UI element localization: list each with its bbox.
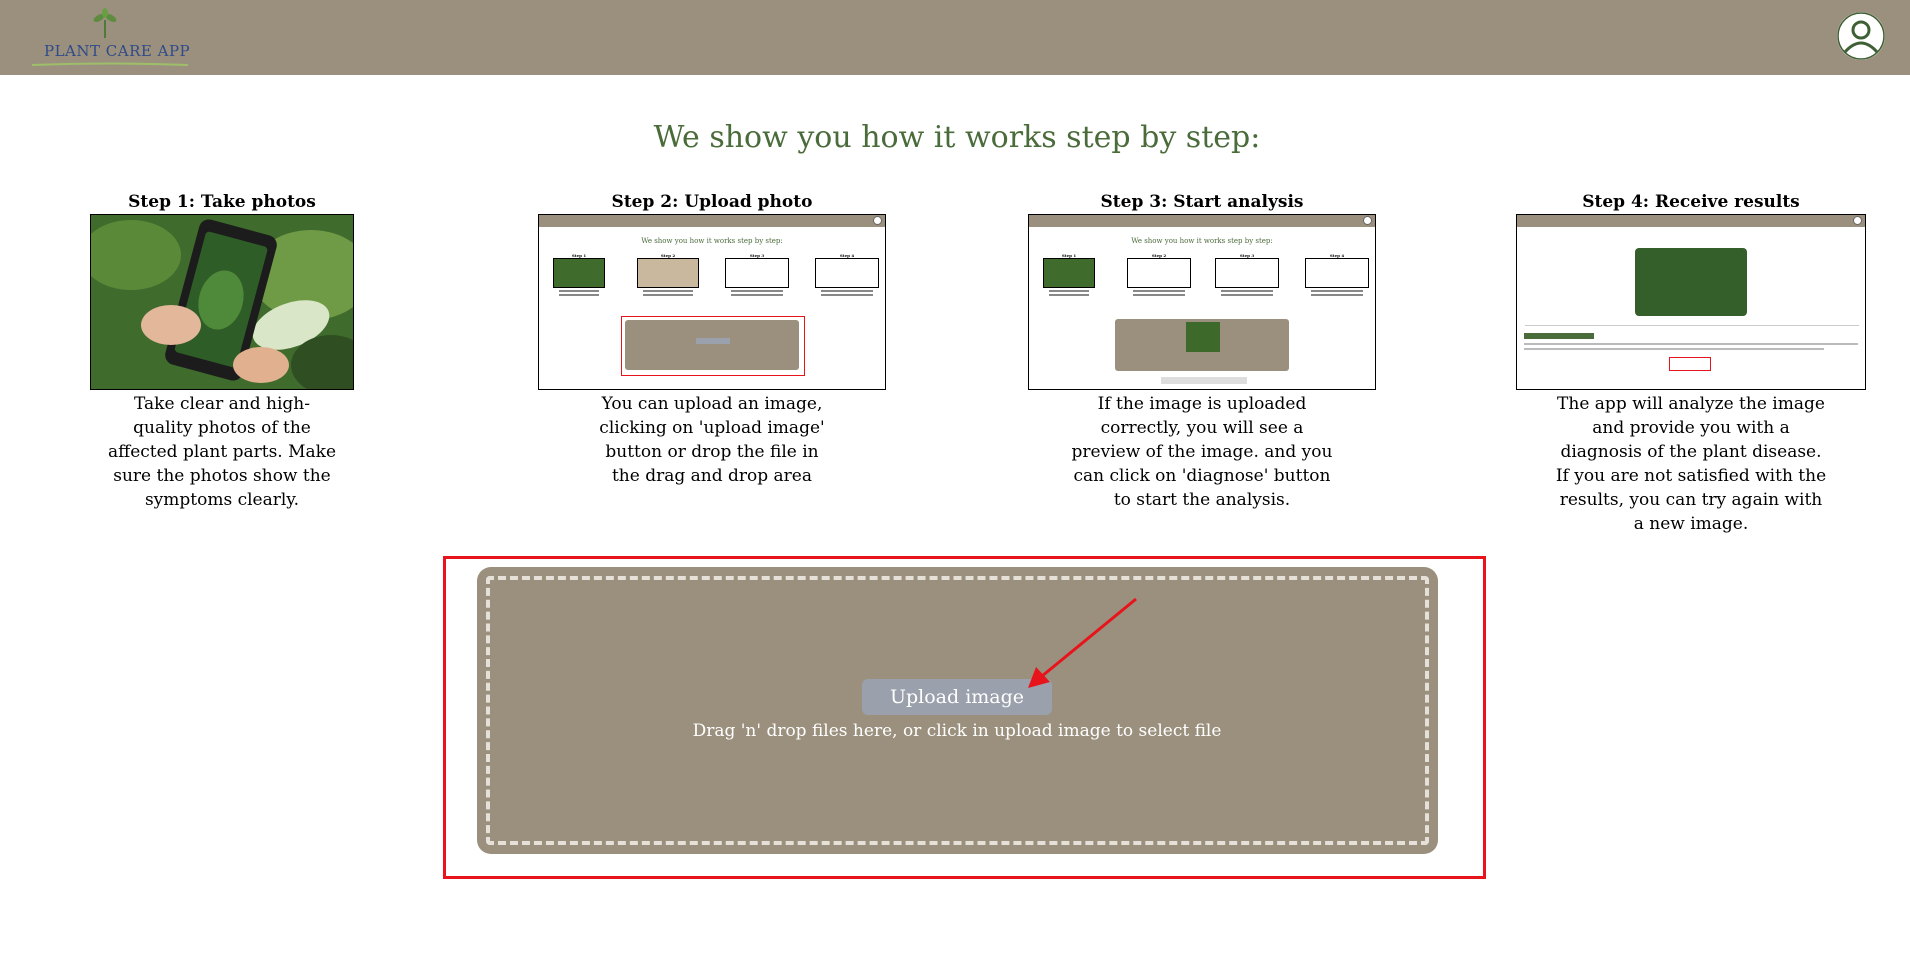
step-3-image: We show you how it works step by step: S… (1028, 214, 1376, 390)
step-1-image (90, 214, 354, 390)
arrow-pointer-icon (1028, 597, 1137, 688)
photo-illustration (91, 215, 353, 389)
step-title: Step 1: Take photos (128, 192, 316, 212)
step-description: Take clear and high-quality photos of th… (107, 394, 337, 510)
step-title: Step 4: Receive results (1582, 192, 1800, 212)
step-description: You can upload an image, clicking on 'up… (599, 394, 825, 486)
user-avatar-icon (1837, 12, 1885, 60)
step-description: The app will analyze the image and provi… (1555, 394, 1827, 534)
step-card-3: Step 3: Start analysis We show you how i… (1028, 190, 1376, 512)
step-title: Step 2: Upload photo (611, 192, 813, 212)
logo-text: PLANT CARE APP (44, 42, 191, 60)
step-description: If the image is uploaded correctly, you … (1071, 394, 1333, 510)
logo-underline (31, 62, 189, 66)
step-title: Step 3: Start analysis (1100, 192, 1304, 212)
step-card-2: Step 2: Upload photo We show you how it … (538, 190, 886, 488)
page-heading: We show you how it works step by step: (653, 120, 1261, 155)
app-header: PLANT CARE APP (0, 0, 1910, 75)
step-4-image (1516, 214, 1866, 390)
step-card-1: Step 1: Take photos Take clear and high-… (90, 190, 354, 512)
dropzone-hint: Drag 'n' drop files here, or click in up… (692, 721, 1222, 741)
plant-logo-icon (93, 8, 117, 38)
user-avatar[interactable] (1837, 12, 1885, 60)
step-card-4: Step 4: Receive results The app will ana… (1516, 190, 1866, 536)
step-2-image: We show you how it works step by step: S… (538, 214, 886, 390)
app-logo[interactable]: PLANT CARE APP (30, 6, 190, 70)
